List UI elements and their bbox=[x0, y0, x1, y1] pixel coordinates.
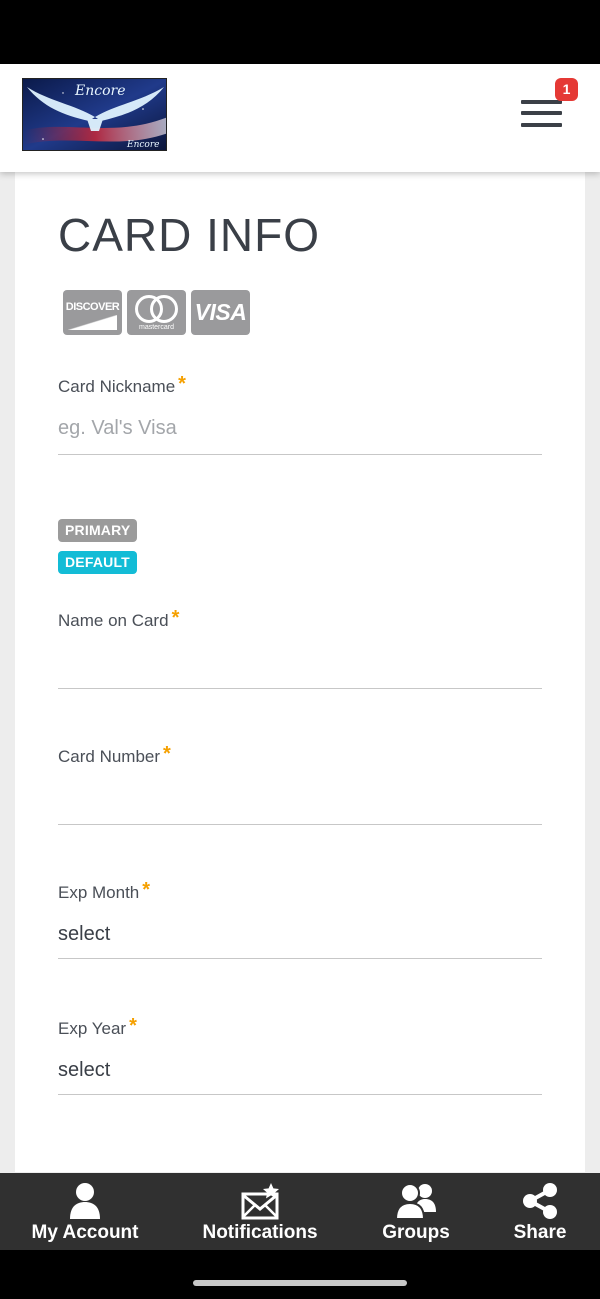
nav-notifications[interactable]: Notifications bbox=[190, 1173, 330, 1250]
share-icon bbox=[523, 1183, 557, 1219]
required-asterisk: * bbox=[178, 373, 186, 395]
exp-year-field: Exp Year * select bbox=[58, 1015, 542, 1095]
nav-my-account[interactable]: My Account bbox=[20, 1173, 150, 1250]
page-title: CARD INFO bbox=[58, 209, 320, 261]
name-on-card-label: Name on Card bbox=[58, 611, 169, 630]
card-nickname-input[interactable]: eg. Val's Visa bbox=[58, 411, 542, 455]
nav-share[interactable]: Share bbox=[500, 1173, 580, 1250]
exp-month-select[interactable]: select bbox=[58, 917, 542, 959]
required-asterisk: * bbox=[142, 879, 151, 901]
nav-groups-label: Groups bbox=[382, 1222, 450, 1243]
exp-month-label: Exp Month bbox=[58, 883, 140, 902]
required-asterisk: * bbox=[163, 743, 171, 765]
encore-logo[interactable]: Encore Encore bbox=[22, 78, 167, 151]
nav-groups[interactable]: Groups bbox=[366, 1173, 466, 1250]
required-asterisk: * bbox=[129, 1015, 137, 1037]
status-bar bbox=[0, 0, 600, 64]
user-icon bbox=[70, 1183, 100, 1219]
svg-text:Encore: Encore bbox=[126, 140, 159, 150]
notification-badge: 1 bbox=[555, 78, 578, 101]
exp-year-select[interactable]: select bbox=[58, 1053, 542, 1095]
hamburger-menu-button[interactable]: 1 bbox=[508, 78, 580, 152]
logo-text: Encore bbox=[74, 83, 125, 99]
required-asterisk: * bbox=[171, 607, 180, 629]
name-on-card-input[interactable] bbox=[58, 645, 542, 689]
envelope-star-icon bbox=[241, 1183, 279, 1220]
primary-toggle[interactable]: PRIMARY bbox=[58, 519, 138, 542]
group-icon bbox=[395, 1183, 436, 1220]
home-indicator[interactable] bbox=[193, 1280, 407, 1286]
nav-my-account-label: My Account bbox=[31, 1222, 139, 1243]
name-on-card-field: Name on Card * bbox=[58, 607, 542, 689]
bottom-navigation: My Account Notifications Groups Share bbox=[0, 1173, 600, 1250]
visa-card-icon: VISA bbox=[191, 290, 250, 335]
mastercard-icon: mastercard bbox=[127, 290, 186, 335]
exp-month-field: Exp Month * select bbox=[58, 879, 542, 959]
nav-notifications-label: Notifications bbox=[202, 1222, 318, 1243]
system-home-area bbox=[0, 1250, 600, 1299]
exp-year-label: Exp Year bbox=[58, 1019, 127, 1038]
card-nickname-field: Card Nickname * eg. Val's Visa bbox=[58, 373, 542, 455]
card-info-panel: CARD INFO DISCOVER mastercard VISA Card … bbox=[15, 172, 585, 1172]
menu-icon bbox=[521, 100, 562, 104]
discover-card-icon: DISCOVER bbox=[63, 290, 122, 335]
nav-share-label: Share bbox=[513, 1222, 567, 1243]
default-toggle[interactable]: DEFAULT bbox=[58, 551, 137, 574]
card-number-field: Card Number * bbox=[58, 743, 542, 825]
card-number-input[interactable] bbox=[58, 781, 542, 825]
app-header: Encore Encore 1 bbox=[0, 64, 600, 172]
card-number-label: Card Number bbox=[58, 747, 161, 766]
card-nickname-label: Card Nickname bbox=[58, 377, 176, 396]
